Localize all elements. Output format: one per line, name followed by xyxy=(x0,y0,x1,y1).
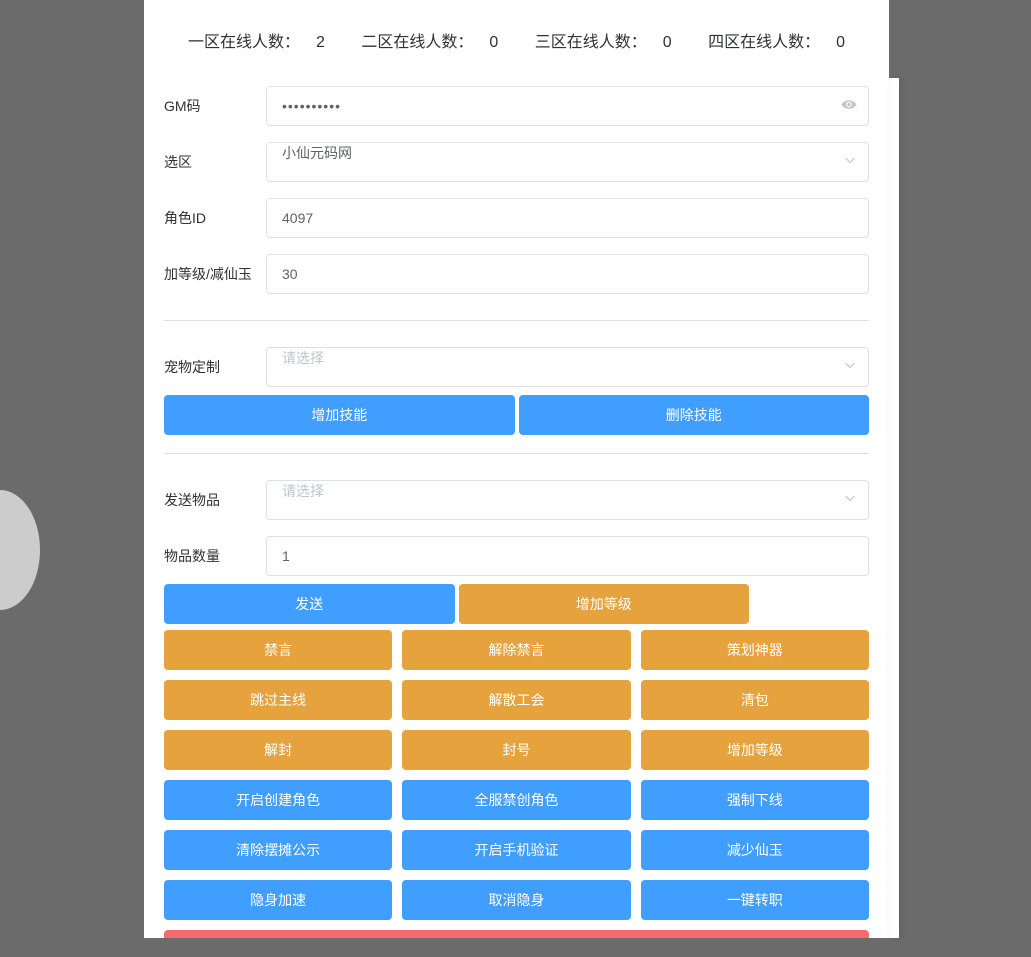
role-id-label: 角色ID xyxy=(144,208,266,228)
cancel-stealth-button[interactable]: 取消隐身 xyxy=(402,880,630,920)
clear-stall-button[interactable]: 清除摆摊公示 xyxy=(164,830,392,870)
item-qty-input[interactable] xyxy=(266,536,869,576)
level-input[interactable] xyxy=(266,254,869,294)
mute-button[interactable]: 禁言 xyxy=(164,630,392,670)
skip-main-button[interactable]: 跳过主线 xyxy=(164,680,392,720)
unban-button[interactable]: 解封 xyxy=(164,730,392,770)
one-click-job-button[interactable]: 一键转职 xyxy=(641,880,869,920)
divider xyxy=(164,320,869,321)
zone-select-label: 选区 xyxy=(144,152,266,172)
increase-level2-button[interactable]: 增加等级 xyxy=(641,730,869,770)
enable-phone-verify-button[interactable]: 开启手机验证 xyxy=(402,830,630,870)
increase-level-button[interactable]: 增加等级 xyxy=(459,584,750,624)
clear-bag-button[interactable]: 清包 xyxy=(641,680,869,720)
divider xyxy=(164,453,869,454)
gm-code-label: GM码 xyxy=(144,96,266,116)
force-offline-button[interactable]: 强制下线 xyxy=(641,780,869,820)
form-area: GM码 选区 小仙元码网 角色ID 加等级/减仙玉 xyxy=(144,78,889,938)
danger-button-partial[interactable] xyxy=(164,930,869,938)
role-id-input[interactable] xyxy=(266,198,869,238)
item-qty-label: 物品数量 xyxy=(144,546,266,566)
add-skill-button[interactable]: 增加技能 xyxy=(164,395,515,435)
delete-skill-button[interactable]: 删除技能 xyxy=(519,395,870,435)
stealth-boost-button[interactable]: 隐身加速 xyxy=(164,880,392,920)
level-label: 加等级/减仙玉 xyxy=(144,264,266,284)
zone-select[interactable]: 小仙元码网 xyxy=(266,142,869,182)
decorative-avatar-blur xyxy=(0,470,60,630)
online-stats-header: 一区在线人数：2 二区在线人数：0 三区在线人数：0 四区在线人数：0 xyxy=(144,0,889,78)
unmute-button[interactable]: 解除禁言 xyxy=(402,630,630,670)
disable-create-role-button[interactable]: 全服禁创角色 xyxy=(402,780,630,820)
zone1-stat: 一区在线人数：2 xyxy=(180,34,333,51)
enable-create-role-button[interactable]: 开启创建角色 xyxy=(164,780,392,820)
planner-artifact-button[interactable]: 策划神器 xyxy=(641,630,869,670)
pet-label: 宠物定制 xyxy=(144,357,266,377)
main-panel: 一区在线人数：2 二区在线人数：0 三区在线人数：0 四区在线人数：0 GM码 … xyxy=(144,0,889,938)
reduce-jade-button[interactable]: 减少仙玉 xyxy=(641,830,869,870)
zone4-stat: 四区在线人数：0 xyxy=(700,34,853,51)
zone2-stat: 二区在线人数：0 xyxy=(353,34,506,51)
send-item-select[interactable]: 请选择 xyxy=(266,480,869,520)
ban-button[interactable]: 封号 xyxy=(402,730,630,770)
zone3-stat: 三区在线人数：0 xyxy=(527,34,680,51)
gm-code-input[interactable] xyxy=(266,86,869,126)
send-button[interactable]: 发送 xyxy=(164,584,455,624)
eye-icon[interactable] xyxy=(841,97,857,116)
disband-guild-button[interactable]: 解散工会 xyxy=(402,680,630,720)
send-item-label: 发送物品 xyxy=(144,490,266,510)
pet-select[interactable]: 请选择 xyxy=(266,347,869,387)
